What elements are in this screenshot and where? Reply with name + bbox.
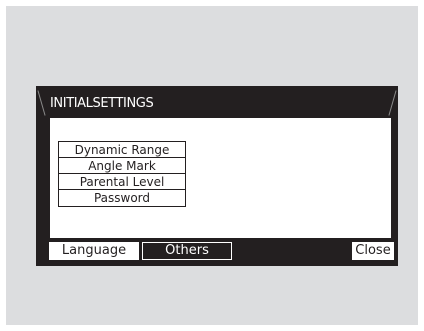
background-frame: INITIALSETTINGS Dynamic Range Angle Mark… bbox=[6, 6, 418, 325]
corner-decoration-right bbox=[388, 90, 397, 116]
menu-item-dynamic-range[interactable]: Dynamic Range bbox=[59, 142, 185, 158]
menu-item-password[interactable]: Password bbox=[59, 190, 185, 206]
menu-item-parental-level[interactable]: Parental Level bbox=[59, 174, 185, 190]
corner-decoration-left bbox=[37, 90, 46, 116]
tab-language[interactable]: Language bbox=[49, 242, 139, 260]
settings-screen: INITIALSETTINGS Dynamic Range Angle Mark… bbox=[36, 86, 398, 266]
close-button[interactable]: Close bbox=[352, 242, 394, 260]
screen-title: INITIALSETTINGS bbox=[50, 96, 154, 111]
settings-menu: Dynamic Range Angle Mark Parental Level … bbox=[58, 141, 186, 207]
tab-others[interactable]: Others bbox=[142, 242, 232, 260]
menu-item-angle-mark[interactable]: Angle Mark bbox=[59, 158, 185, 174]
settings-panel: Dynamic Range Angle Mark Parental Level … bbox=[50, 118, 391, 238]
